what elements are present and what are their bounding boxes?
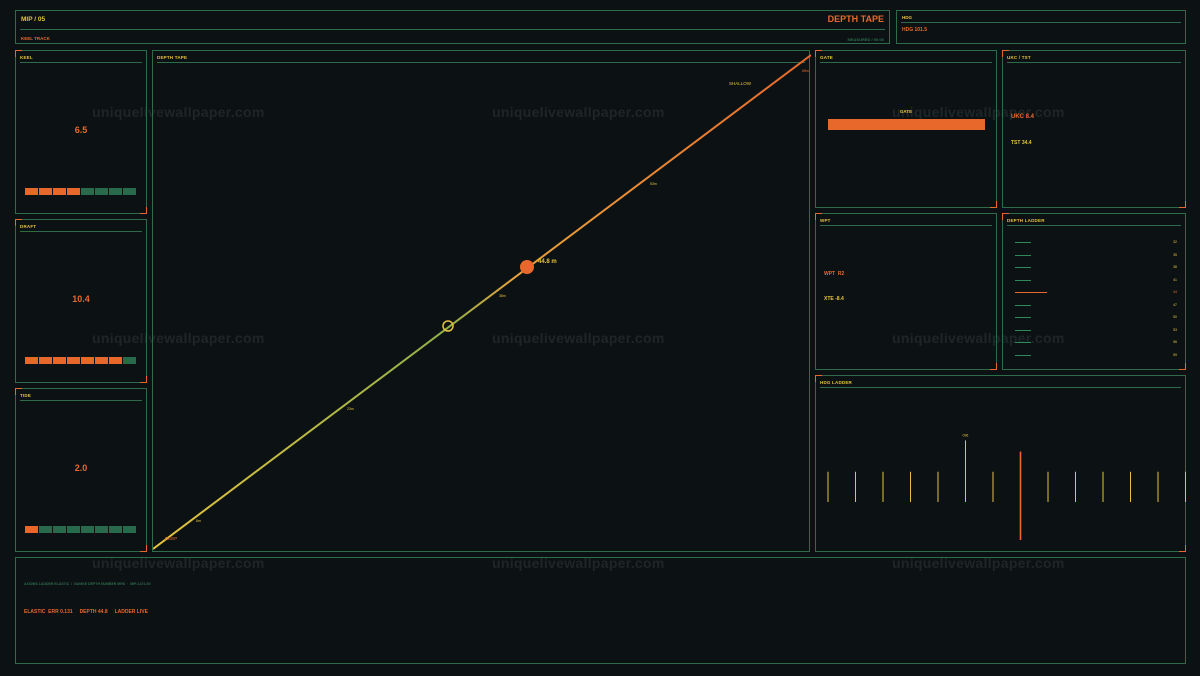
footer-meta: AXIOMS LADDER ELASTIC / NAVIKE DEPTH NUM…	[24, 582, 151, 586]
gate-title: GATE	[820, 55, 992, 63]
footer-status: ELASTIC ERR 0.131 DEPTH 44.8 LADDER LIVE	[24, 609, 148, 615]
depth-ladder-panel: DEPTH LADDER 32 35 38 41 44 47 50 53 56 59	[1002, 213, 1186, 370]
tide-level-bar	[25, 526, 136, 533]
footer-panel: AXIOMS LADDER ELASTIC / NAVIKE DEPTH NUM…	[15, 557, 1186, 664]
depth-ladder-rung	[1015, 242, 1031, 243]
depth-tick: 68m	[802, 69, 809, 73]
hdg-title: HDG	[902, 15, 912, 20]
draft-value: 10.4	[72, 294, 90, 304]
depth-ladder-rung	[1015, 354, 1031, 356]
tide-value: 2.0	[74, 463, 88, 473]
gauge-segment	[39, 526, 52, 533]
page-title: DEPTH TAPE	[827, 14, 884, 24]
xte-value: XTE -8.4	[824, 296, 844, 302]
gauge-segment	[81, 357, 94, 364]
gate-panel: GATE GATE	[815, 50, 997, 208]
gauge-segment	[53, 188, 66, 195]
draft-level-bar	[25, 357, 136, 364]
gauge-segment	[39, 357, 52, 364]
gauge-segment	[81, 188, 94, 195]
tst-value: TST 34.4	[1011, 140, 1032, 146]
header-subtitle: KEEL TRACK	[21, 36, 50, 41]
depth-ladder-rung	[1015, 342, 1031, 343]
gauge-segment	[81, 526, 94, 533]
depth-ladder-label: 32	[1173, 240, 1177, 244]
depth-ladder-rung	[1015, 329, 1031, 331]
depth-tape-panel: DEPTH TAPE 44.8 m DEEP SHALLOW 8m 23m 38…	[152, 50, 811, 552]
depth-ladder-rung	[1015, 279, 1031, 281]
hdg-panel: HDG HDG 101.5	[896, 10, 1186, 44]
gauge-segment	[95, 357, 108, 364]
gauge-segment	[25, 357, 38, 364]
gauge-segment	[67, 188, 80, 195]
ukc-panel: UKC / TST UKC 8.4 TST 34.4	[1002, 50, 1186, 208]
depth-ladder-label: 35	[1173, 252, 1177, 257]
gauge-segment	[39, 188, 52, 195]
depth-ladder-rung	[1015, 254, 1031, 256]
draft-title: DRAFT	[20, 224, 142, 232]
keel-value: 6.5	[74, 125, 88, 135]
gauge-segment	[123, 526, 136, 533]
depth-tick: 53m	[650, 182, 657, 186]
depth-ladder-label: 41	[1173, 277, 1177, 282]
gauge-segment	[67, 357, 80, 364]
depth-ladder-rung	[1015, 317, 1031, 318]
header-bar: MIP / 05 DEPTH TAPE KEEL TRACK MEASURED …	[15, 10, 890, 44]
header-right-note: MEASURED / 00:06	[847, 37, 884, 42]
ukc-value: UKC 8.4	[1011, 114, 1035, 120]
tide-title: TIDE	[20, 393, 142, 401]
depth-ladder-label: 38	[1173, 265, 1177, 269]
gauge-segment	[95, 188, 108, 195]
gauge-segment	[123, 357, 136, 364]
depth-ladder-label: 44	[1173, 290, 1177, 294]
hdg-value: HDG 101.5	[902, 27, 928, 33]
depth-ladder-rung	[1015, 267, 1031, 268]
gauge-segment	[25, 188, 38, 195]
gauge-segment	[123, 188, 136, 195]
wpt-title: WPT	[820, 218, 992, 226]
depth-tape-plot: 44.8 m DEEP SHALLOW 8m 23m 38m 53m 68m	[153, 54, 811, 550]
gauge-segment	[53, 526, 66, 533]
gauge-segment	[109, 526, 122, 533]
depth-ladder-label: 56	[1173, 340, 1177, 344]
gauge-segment	[109, 357, 122, 364]
depth-label-shallow: SHALLOW	[729, 81, 752, 86]
depth-tick: 38m	[499, 294, 506, 298]
gauge-segment	[25, 526, 38, 533]
depth-ladder-rung	[1015, 292, 1047, 293]
hdg-peak-label: 096	[963, 433, 969, 437]
app-id: MIP / 05	[21, 16, 46, 23]
gauge-segment	[53, 357, 66, 364]
gauge-segment	[67, 526, 80, 533]
hdg-ladder-plot: 096	[827, 433, 1186, 540]
wpt-panel: WPT WPT R2 XTE -8.4	[815, 213, 997, 370]
gate-label: GATE	[899, 109, 913, 114]
tide-panel: TIDE 2.0	[15, 388, 147, 552]
depth-tick: 23m	[347, 407, 354, 411]
depth-current-marker[interactable]	[520, 260, 534, 274]
depth-ladder-label: 53	[1173, 327, 1177, 332]
ukc-title: UKC / TST	[1007, 55, 1181, 63]
depth-ladder-label: 59	[1173, 352, 1177, 357]
wpt-value: WPT R2	[824, 271, 845, 277]
hdg-ladder-panel: HDG LADDER 096	[815, 375, 1186, 552]
depth-label-deep: DEEP	[165, 536, 177, 541]
depth-ladder-label: 50	[1173, 315, 1177, 319]
depth-tape-line	[153, 54, 811, 550]
depth-ladder-scale: 32 35 38 41 44 47 50 53 56 59	[1003, 214, 1185, 369]
gauge-segment	[95, 526, 108, 533]
depth-tick: 8m	[196, 519, 201, 523]
depth-marker-value: 44.8 m	[538, 259, 557, 265]
gauge-segment	[109, 188, 122, 195]
draft-panel: DRAFT 10.4	[15, 219, 147, 383]
gate-bar-track	[828, 119, 985, 130]
depth-ladder-rung	[1015, 304, 1031, 306]
keel-title: KEEL	[20, 55, 142, 63]
keel-level-bar	[25, 188, 136, 195]
depth-ladder-label: 47	[1173, 302, 1177, 307]
keel-panel: KEEL 6.5	[15, 50, 147, 214]
gate-bar-fill	[828, 119, 985, 130]
